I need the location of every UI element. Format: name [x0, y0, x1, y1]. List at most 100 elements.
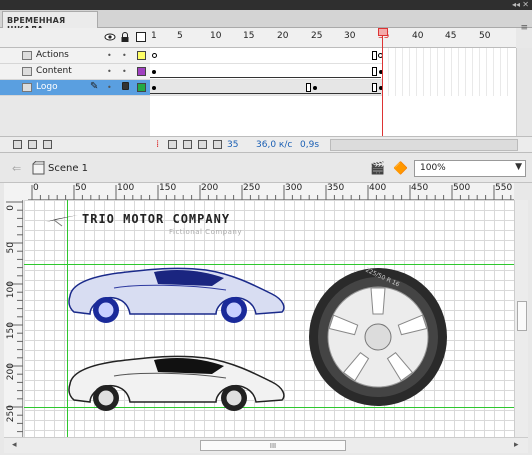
scene-icon [32, 161, 45, 175]
layer-color-swatch[interactable] [137, 67, 146, 76]
ruler-label: 0 [6, 205, 16, 211]
layer-icon [22, 51, 32, 60]
frame-number: 5 [177, 31, 183, 41]
keyframe[interactable] [313, 86, 317, 90]
keyframe[interactable] [152, 70, 156, 74]
keyframe-empty[interactable] [152, 53, 157, 58]
stage-canvas[interactable]: TRIO MOTOR COMPANY Fictional Company 225… [24, 200, 514, 437]
playhead-line [382, 36, 383, 136]
lock-icon[interactable] [119, 31, 131, 43]
timeline-vertical-scrollbar[interactable] [516, 48, 532, 136]
ruler-corner [4, 183, 28, 200]
keyframe[interactable] [152, 86, 156, 90]
logo-title[interactable]: TRIO MOTOR COMPANY [82, 212, 230, 226]
frame-row-actions[interactable] [150, 48, 383, 64]
ruler-label: 150 [6, 322, 16, 340]
new-folder-icon[interactable] [28, 140, 37, 149]
frame-number: 10 [210, 31, 222, 41]
zoom-select[interactable]: 100% ▼ [414, 160, 526, 177]
modify-markers-icon[interactable] [213, 140, 222, 149]
frames-area[interactable]: 1 5 10 15 20 25 30 35 40 45 50 [150, 28, 516, 136]
ruler-label: 200 [6, 363, 16, 381]
onion-outline-icon[interactable] [183, 140, 192, 149]
layer-icon [22, 67, 32, 76]
frame-number: 45 [445, 31, 457, 41]
ruler-label: 300 [285, 183, 303, 193]
stage-horizontal-scrollbar[interactable]: ◂ III ▸ [4, 437, 528, 453]
fps-value[interactable]: 36,0 к/с [256, 140, 292, 150]
playhead[interactable] [378, 28, 388, 36]
frame-number: 15 [243, 31, 255, 41]
onion-skin-icon[interactable] [168, 140, 177, 149]
vertical-ruler[interactable]: 0 50 100 150 200 250 [4, 200, 23, 437]
ruler-label: 50 [6, 242, 16, 254]
scroll-thumb[interactable]: III [200, 440, 346, 451]
layer-row-actions[interactable]: Actions • • [0, 48, 150, 64]
ruler-label: 550 [495, 183, 513, 193]
layer-color-swatch[interactable] [137, 51, 146, 60]
layer-row-content[interactable]: Content • • [0, 64, 150, 80]
timeline-horizontal-scrollbar[interactable] [330, 139, 518, 151]
logo-subtitle: Fictional Company [169, 228, 242, 236]
frame-row-content[interactable] [150, 64, 383, 80]
frame-end [372, 83, 377, 92]
timeline-footer: ⁞ 35 36,0 к/с 0,9s [0, 136, 532, 153]
frame-number: 40 [412, 31, 424, 41]
frame-ruler[interactable]: 1 5 10 15 20 25 30 35 40 45 50 [150, 28, 516, 48]
ruler-ticks [31, 185, 512, 200]
tire-wheel[interactable] [307, 266, 449, 408]
chevron-right-icon[interactable]: ▸ [514, 440, 519, 450]
tab-timeline[interactable]: ВРЕМЕННАЯ ШКАЛА [2, 11, 98, 34]
chevron-left-icon[interactable]: ◂ [12, 440, 17, 450]
layer-header [0, 28, 150, 48]
ruler-label: 100 [117, 183, 135, 193]
center-frame-icon[interactable]: ⁞ [156, 139, 159, 150]
chevron-down-icon: ▼ [515, 162, 522, 172]
pencil-icon: ✎ [90, 81, 99, 92]
lock-toggle[interactable]: • [122, 67, 127, 76]
ruler-label: 0 [33, 183, 39, 193]
edit-symbols-icon[interactable]: 🔶 [393, 161, 408, 175]
trash-icon[interactable] [43, 140, 52, 149]
lock-icon[interactable] [122, 82, 129, 90]
logo-swoosh-icon [46, 215, 78, 227]
panel-menu-icon[interactable]: ≡ [520, 23, 528, 33]
new-layer-icon[interactable] [13, 140, 22, 149]
ruler-label: 500 [453, 183, 471, 193]
scroll-grip: III [269, 442, 277, 450]
eye-icon[interactable] [104, 31, 116, 43]
layer-name: Content [36, 66, 72, 76]
ruler-label: 250 [243, 183, 261, 193]
frame-number: 1 [151, 31, 157, 41]
edit-multiple-icon[interactable] [198, 140, 207, 149]
back-arrow-icon[interactable]: ⇐ [12, 162, 21, 175]
layer-color-swatch[interactable] [137, 83, 146, 92]
visibility-toggle[interactable]: • [107, 83, 112, 92]
horizontal-ruler[interactable]: 0 50 100 150 200 250 300 350 400 450 500… [28, 183, 514, 200]
ruler-label: 200 [201, 183, 219, 193]
scroll-thumb[interactable] [517, 301, 527, 331]
layer-icon [22, 83, 32, 92]
close-icon[interactable]: ✕ [522, 0, 529, 10]
edit-scene-icon[interactable]: 🎬 [370, 161, 385, 175]
outline-icon[interactable] [135, 31, 147, 43]
frame-number: 30 [344, 31, 356, 41]
frame-number: 20 [277, 31, 289, 41]
current-frame-value[interactable]: 35 [227, 140, 238, 150]
layer-list: Actions • • Content • • Logo ✎ • [0, 48, 150, 96]
scene-name: Scene 1 [48, 163, 89, 174]
frame-row-logo[interactable] [150, 80, 383, 96]
ruler-label: 50 [75, 183, 87, 193]
frame-number: 25 [311, 31, 323, 41]
ruler-ticks [6, 201, 23, 433]
car-gray[interactable] [66, 350, 288, 412]
elapsed-time: 0,9s [300, 140, 320, 150]
lock-toggle[interactable]: • [122, 51, 127, 60]
stage-vertical-scrollbar[interactable] [514, 200, 528, 437]
visibility-toggle[interactable]: • [107, 51, 112, 60]
car-blue[interactable] [66, 262, 288, 324]
visibility-toggle[interactable]: • [107, 67, 112, 76]
layer-row-logo[interactable]: Logo ✎ • [0, 80, 150, 96]
collapse-icon[interactable]: ◂◂ [512, 0, 520, 10]
ruler-label: 150 [159, 183, 177, 193]
